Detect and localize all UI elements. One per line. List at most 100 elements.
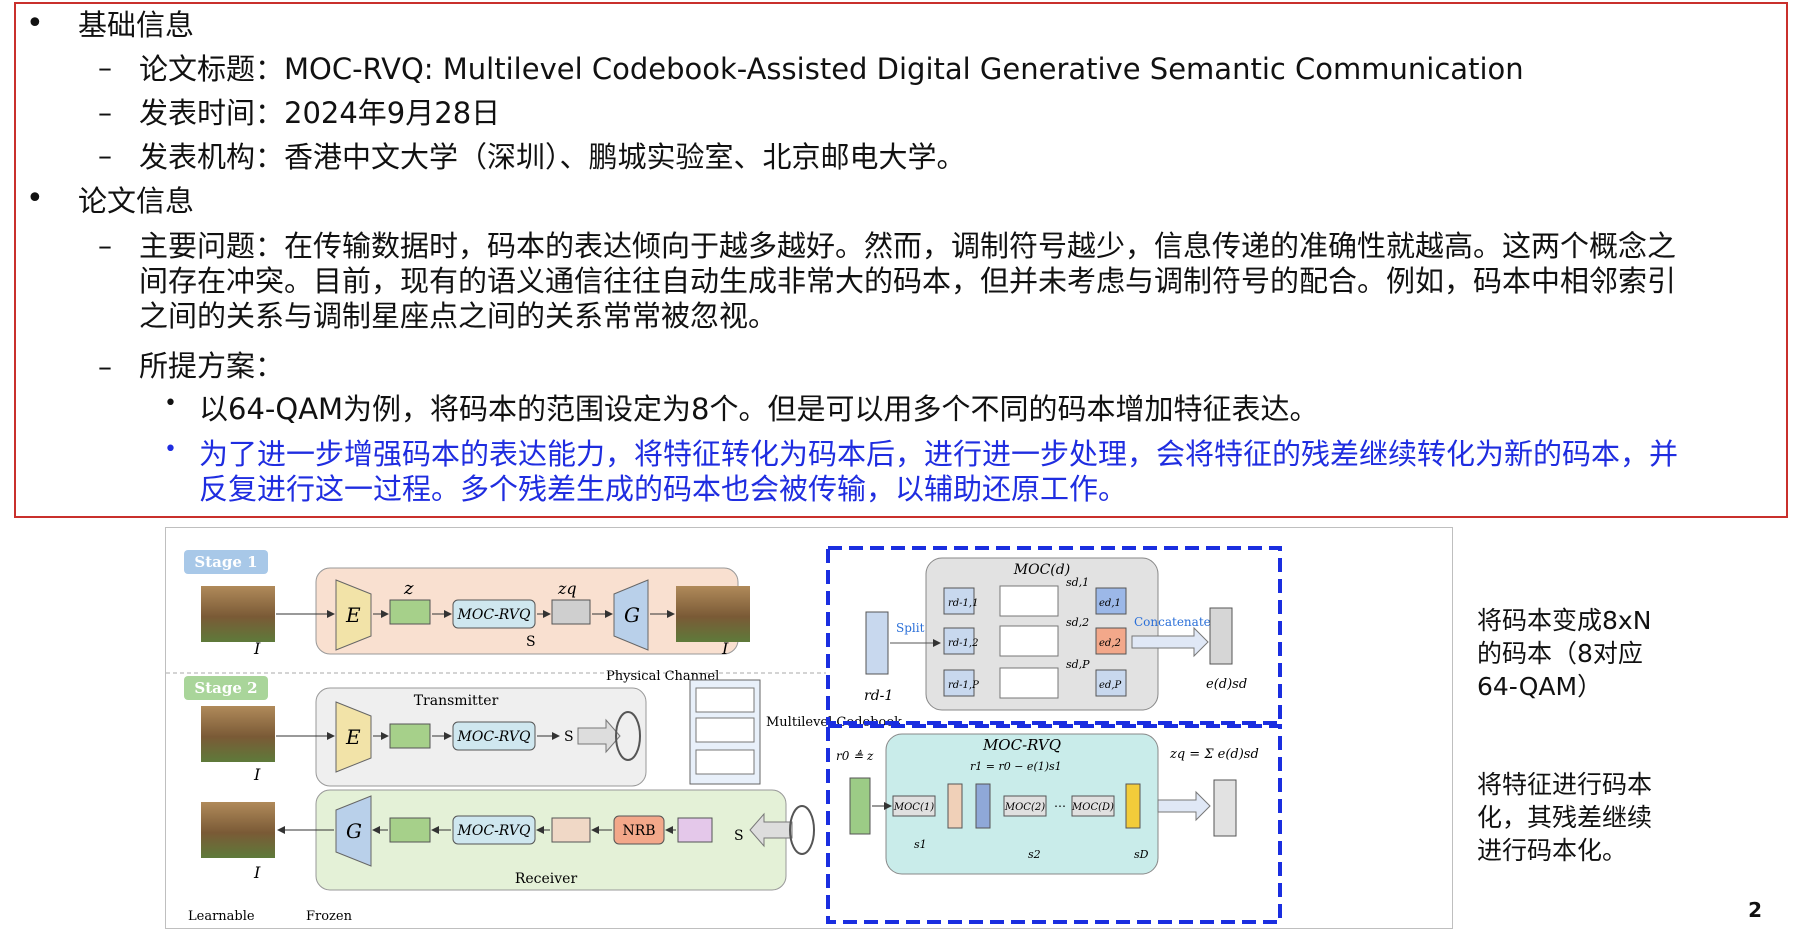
zq-label: zq — [557, 579, 577, 598]
chain-s: s2 — [1028, 848, 1041, 861]
bullet-icon: • — [26, 181, 44, 216]
z-label: z — [403, 578, 414, 599]
side-note-line: 将特征进行码本 — [1477, 770, 1653, 799]
r0-eq: r0 ≜ z — [836, 749, 874, 763]
solution-label: 所提方案： — [139, 349, 285, 383]
r1-eq: r1 = r0 − e(1)s1 — [970, 760, 1062, 773]
r1-block — [975, 783, 991, 829]
stage1-label: Stage 1 — [194, 553, 257, 571]
r-item: rd-1,1 — [948, 598, 978, 609]
rx-feature — [389, 817, 431, 843]
nrb-label: NRB — [622, 823, 655, 839]
s-item: sd,P — [1066, 658, 1090, 671]
r-item: rd-1,2 — [948, 638, 978, 649]
s-item: sd,2 — [1066, 616, 1089, 629]
e-item: ed,1 — [1099, 598, 1121, 609]
input-label: I — [253, 639, 261, 658]
rx-image-label: I — [253, 863, 261, 882]
chain-s: sD — [1134, 848, 1149, 861]
rx-moc-rvq-label: MOC-RVQ — [457, 823, 531, 839]
solution-item-1: 以64-QAM为例，将码本的范围设定为8个。但是可以用多个不同的码本增加特征表达… — [199, 392, 1319, 426]
legend-frozen: Frozen — [306, 909, 353, 924]
side-note-line: 将码本变成8xN — [1477, 606, 1652, 635]
side-note-line: 化，其残差继续 — [1477, 803, 1653, 832]
paper-title: 论文标题：MOC-RVQ: Multilevel Codebook-Assist… — [139, 52, 1524, 86]
esd-label: e(d)sd — [1206, 677, 1247, 692]
moc-rvq-chain-title: MOC-RVQ — [982, 736, 1061, 754]
eD-block — [1125, 783, 1141, 829]
publish-institution: 发表机构：香港中文大学（深圳）、鹏城实验室、北京邮电大学。 — [139, 140, 966, 174]
moc-rvq-label: MOC-RVQ — [457, 607, 531, 623]
dash-icon: – — [98, 229, 112, 262]
codebook-level — [695, 749, 755, 775]
side-note-residual: 将特征进行码本 化，其残差继续 进行码本化。 — [1477, 768, 1652, 867]
transmitter-label: Transmitter — [414, 693, 499, 709]
rx-image — [201, 802, 275, 858]
moc-sub-codebook — [999, 585, 1059, 617]
architecture-figure: Stage 1 I E z MOC-RVQ zq G I S Stage 2 T… — [165, 527, 1453, 929]
codebook-level — [695, 717, 755, 743]
r-prev-block — [865, 611, 889, 675]
e1-block — [947, 783, 963, 829]
page-number: 2 — [1748, 898, 1762, 922]
feature-zq — [551, 599, 591, 625]
feature-z — [389, 599, 431, 625]
moc-chain-label: MOC(2) — [1004, 802, 1045, 813]
input-image — [201, 586, 275, 642]
problem-line: 之间的关系与调制星座点之间的关系常常被忽视。 — [139, 299, 778, 333]
zq-out-block — [1213, 779, 1237, 837]
receiver-label: Receiver — [515, 871, 578, 887]
tx-image — [201, 706, 275, 762]
s-label: S — [526, 634, 536, 650]
rvq-out-arrow — [1157, 790, 1211, 822]
side-note-line: 的码本（8对应 — [1477, 639, 1643, 668]
moc-sub-codebook — [999, 625, 1059, 657]
moc-chain-label: MOC(D) — [1071, 802, 1114, 813]
e-item: ed,P — [1099, 680, 1121, 691]
tx-s-label: S — [564, 729, 574, 745]
dash-icon: – — [98, 51, 112, 84]
dash-icon: – — [98, 350, 112, 383]
s-item: sd,1 — [1066, 576, 1089, 589]
concatenate-label: Concatenate — [1134, 615, 1211, 629]
encoder-label: E — [345, 603, 361, 627]
rx-decoder-label: G — [346, 819, 362, 843]
codebook-level — [695, 687, 755, 713]
publish-date: 发表时间：2024年9月28日 — [139, 96, 501, 130]
r-item: rd-1,P — [948, 680, 979, 691]
legend-learnable: Learnable — [188, 909, 255, 924]
solution-item-2: 反复进行这一过程。多个残差生成的码本也会被传输，以辅助还原工作。 — [199, 472, 1128, 506]
moc-d-title: MOC(d) — [1013, 562, 1070, 578]
problem-line: 间存在冲突。目前，现有的语义通信往往自动生成非常大的码本，但并未考虑与调制符号的… — [139, 264, 1677, 298]
rx-feature-zhat — [677, 817, 713, 843]
rx-feature-zq — [551, 817, 591, 843]
side-note-line: 进行码本化。 — [1477, 836, 1628, 865]
rx-s-label: S — [734, 828, 744, 844]
esd-block — [1209, 607, 1233, 665]
moc-chain-label: MOC(1) — [893, 802, 934, 813]
tx-encoder-label: E — [345, 725, 361, 749]
tx-image-label: I — [253, 765, 261, 784]
dash-icon: – — [98, 96, 112, 129]
dash-icon: – — [98, 139, 112, 172]
tx-feature — [389, 723, 431, 749]
chain-s: s1 — [914, 838, 927, 851]
split-label: Split — [896, 621, 925, 635]
output-image — [676, 586, 750, 642]
bullet-icon: • — [164, 437, 177, 462]
z-block — [849, 777, 871, 835]
decoder-label: G — [624, 603, 640, 627]
r-prev-label: rd-1 — [864, 688, 893, 704]
zq-eq: zq = Σ e(d)sd — [1169, 747, 1259, 762]
side-note-codebook: 将码本变成8xN 的码本（8对应 64-QAM） — [1477, 604, 1651, 703]
output-label: I — [721, 639, 729, 658]
section-heading-basic: 基础信息 — [78, 8, 195, 42]
moc-sub-codebook — [999, 667, 1059, 699]
e-item: ed,2 — [1099, 638, 1121, 649]
chain-ellipsis: ⋯ — [1054, 799, 1066, 813]
side-note-line: 64-QAM） — [1477, 672, 1603, 701]
rx-channel-ellipse — [789, 805, 815, 855]
tx-moc-rvq-label: MOC-RVQ — [457, 729, 531, 745]
solution-item-2: 为了进一步增强码本的表达能力，将特征转化为码本后，进行进一步处理，会将特征的残差… — [199, 437, 1679, 471]
problem-line: 主要问题：在传输数据时，码本的表达倾向于越多越好。然而，调制符号越少，信息传递的… — [139, 229, 1677, 263]
